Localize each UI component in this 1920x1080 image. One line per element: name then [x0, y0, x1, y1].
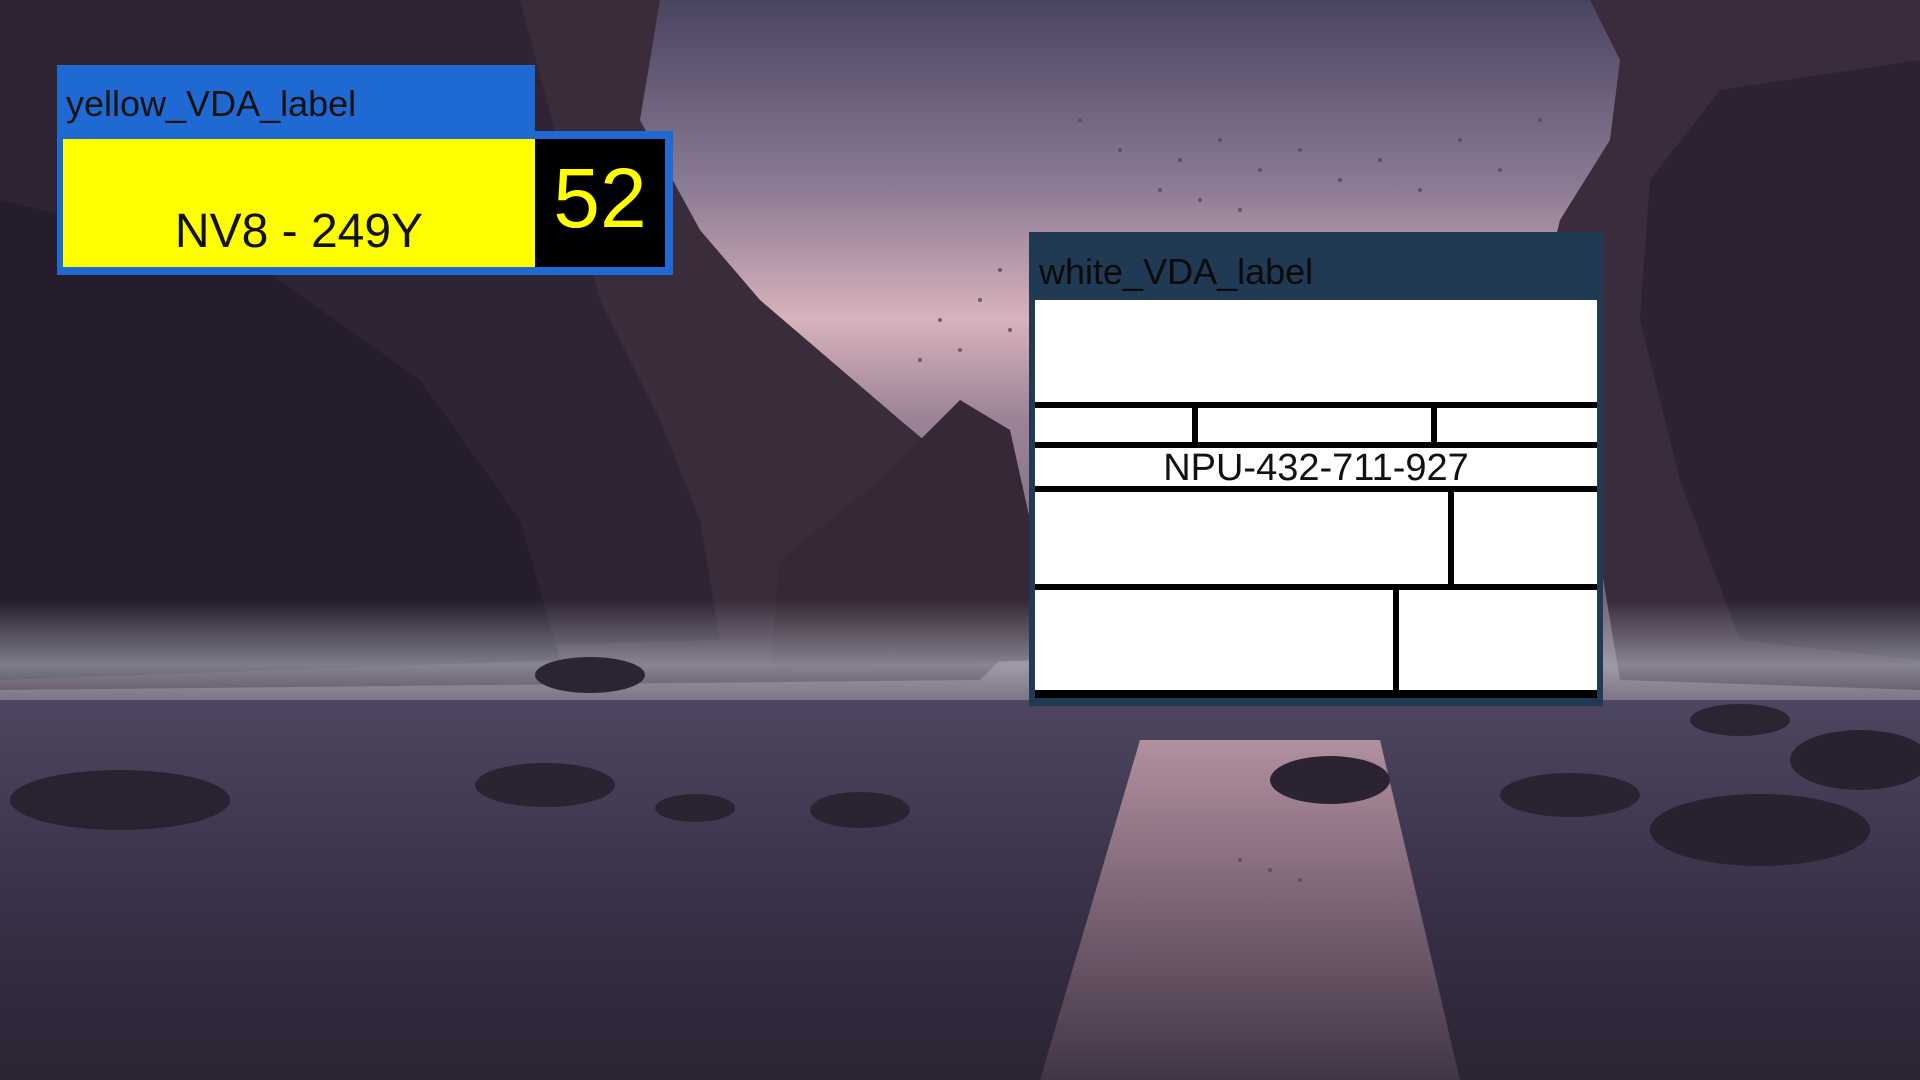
label-cell-row4-b: [1454, 492, 1597, 584]
label-cell-row2-c: [1437, 408, 1597, 442]
desktop-background: yellow_VDA_label NV8 - 249Y 52 white_VDA…: [0, 0, 1920, 1080]
part-number-text: NPU-432-711-927: [1163, 447, 1469, 489]
label-cell-header: [1035, 300, 1597, 402]
label-cell-row2-b: [1198, 408, 1431, 442]
window-title: white_VDA_label: [1039, 251, 1314, 292]
window-titlebar[interactable]: white_VDA_label: [1029, 232, 1603, 300]
label-cell-row5-b: [1399, 590, 1597, 690]
label-cell-code: NPU-432-711-927: [1035, 447, 1597, 489]
window-title: yellow_VDA_label: [66, 83, 357, 124]
label-cell-row5-a: [1035, 590, 1393, 690]
yellow-vda-label-window[interactable]: yellow_VDA_label NV8 - 249Y 52: [57, 65, 673, 275]
label-cell-row2-a: [1035, 408, 1192, 442]
yellow-label-frame: NV8 - 249Y 52: [57, 131, 673, 275]
number-value: 52: [553, 151, 647, 245]
white-vda-label-window[interactable]: white_VDA_label NPU-432-711-927: [1029, 232, 1603, 706]
number-field: 52: [535, 139, 665, 267]
label-cell-row4-a: [1035, 492, 1448, 584]
window-titlebar[interactable]: yellow_VDA_label: [57, 65, 535, 131]
vda-label-form: NPU-432-711-927: [1035, 300, 1597, 698]
plate-text: NV8 - 249Y: [174, 205, 424, 258]
license-plate-field: NV8 - 249Y: [63, 139, 535, 267]
